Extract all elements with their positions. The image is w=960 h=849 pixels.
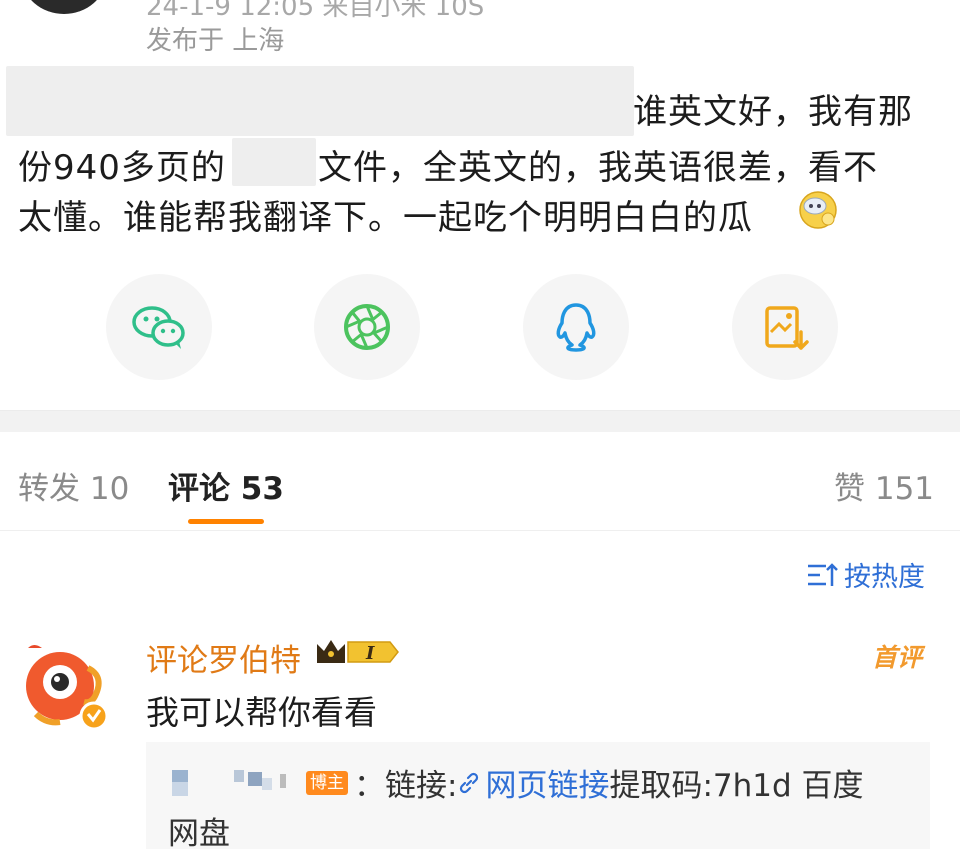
author-avatar[interactable] [22, 0, 106, 14]
tab-comments[interactable]: 评论 53 [168, 463, 284, 508]
reply-box[interactable]: 博主 ：链接: 网页链接 提取码:7h1d 百度 网盘 [146, 742, 930, 849]
qq-icon [556, 303, 596, 352]
commenter-avatar[interactable] [16, 638, 112, 734]
section-divider [0, 410, 960, 432]
post-location: 发布于 上海 [146, 26, 285, 56]
moments-icon [344, 304, 390, 350]
active-tab-indicator [188, 519, 264, 524]
share-qq-button[interactable] [523, 274, 629, 380]
redacted-avatar [172, 769, 286, 796]
reply-line: 博主 ：链接: 网页链接 提取码:7h1d 百度 [168, 760, 864, 805]
save-image-button[interactable] [732, 274, 838, 380]
sort-icon [808, 562, 838, 586]
wechat-icon [132, 306, 185, 349]
redacted-text-block [6, 66, 634, 136]
link-icon [460, 772, 479, 793]
tab-likes[interactable]: 赞 151 [834, 463, 934, 508]
melon-emoji-icon [799, 191, 837, 229]
comment-text: 我可以帮你看看 [146, 693, 377, 732]
comment-username[interactable]: 评论罗伯特 [146, 635, 301, 680]
save-image-icon [765, 306, 809, 350]
extract-code-text: 提取码:7h1d 百度 [609, 768, 864, 804]
reply-line-2: 网盘 [168, 816, 230, 849]
tabs-divider [0, 530, 960, 531]
vip-crown-badge-icon: I [317, 640, 399, 664]
share-moments-button[interactable] [314, 274, 420, 380]
share-wechat-button[interactable] [106, 274, 212, 380]
post-text-line-1: 谁英文好，我有那 [633, 92, 913, 132]
redacted-word [232, 138, 316, 186]
web-link[interactable]: 网页链接 [457, 760, 609, 805]
web-link-label: 网页链接 [485, 768, 610, 804]
first-comment-badge: 首评 [872, 643, 923, 672]
reply-link-prefix: ：链接: [354, 768, 458, 804]
svg-text:I: I [365, 643, 375, 664]
post-text-line-2-start: 份940多页的 [18, 148, 226, 188]
blogger-badge: 博主 [306, 770, 348, 795]
post-text-line-2-end: 文件，全英文的，我英语很差，看不 [318, 148, 878, 188]
sort-label: 按热度 [844, 562, 925, 593]
tab-repost[interactable]: 转发 10 [18, 463, 129, 508]
sort-by-heat-button[interactable]: 按热度 [806, 555, 925, 594]
post-text-line-3: 太懂。谁能帮我翻译下。一起吃个明明白白的瓜 [18, 198, 753, 238]
